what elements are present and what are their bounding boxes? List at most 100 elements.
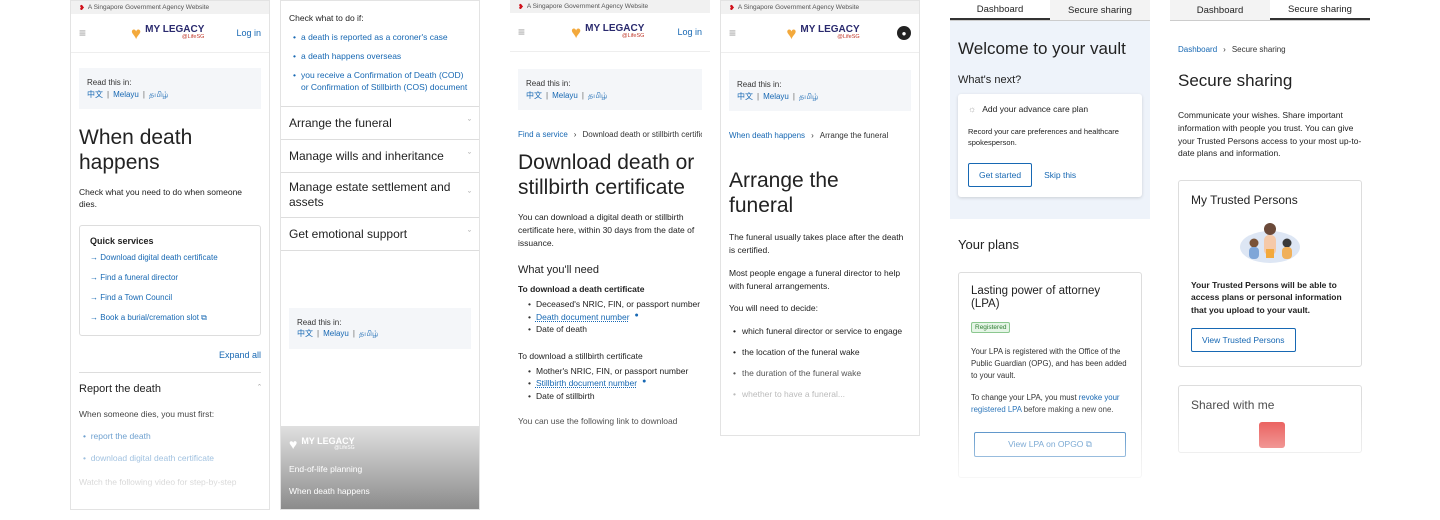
shared-with-me-illustration	[1259, 421, 1285, 448]
screen-download-certificate: ❥ A Singapore Government Agency Website ≡…	[510, 0, 710, 510]
menu-icon[interactable]: ≡	[729, 26, 749, 40]
page-intro: Check what you need to do when someone d…	[79, 186, 243, 210]
singapore-lion-icon: ❥	[518, 3, 524, 11]
tab-dashboard[interactable]: Dashboard	[950, 0, 1050, 20]
expand-all-link[interactable]: Expand all	[79, 350, 261, 360]
tab-bar: Dashboard Secure sharing	[1170, 0, 1370, 21]
lang-tamil[interactable]: தமிழ்	[359, 329, 379, 338]
heart-logo-icon: ♥	[131, 23, 142, 43]
arrow-right-icon: →	[90, 313, 101, 323]
lang-chinese[interactable]: 中文	[526, 91, 542, 100]
accordion-report-death[interactable]: Report the death ˆ	[79, 383, 261, 395]
gov-banner: ❥ A Singapore Government Agency Website	[721, 1, 919, 14]
next-step-card: ☼ Add your advance care plan Record your …	[958, 94, 1142, 197]
lang-tamil[interactable]: தமிழ்	[799, 92, 819, 101]
lang-chinese[interactable]: 中文	[87, 90, 103, 99]
plans-heading: Your plans	[958, 236, 1019, 252]
gov-banner: ❥ A Singapore Government Agency Website	[510, 0, 710, 13]
list-item: • the duration of the funeral wake	[733, 367, 862, 378]
tab-secure-sharing[interactable]: Secure sharing	[1050, 0, 1150, 20]
language-selector: Read this in: 中文 | Melayu | தமிழ்	[289, 307, 471, 349]
accordion-emotional-support[interactable]: Get emotional support ˇ	[281, 218, 479, 251]
footer-link[interactable]: When death happens	[289, 486, 471, 496]
list-item: • the location of the funeral wake	[733, 347, 860, 357]
get-started-button[interactable]: Get started	[968, 162, 1033, 187]
language-selector: Read this in: 中文 | Melayu | தமிழ்	[79, 68, 261, 110]
site-header: ≡ ♥ MY LEGACY @LifeSG ●	[721, 14, 919, 53]
lang-chinese[interactable]: 中文	[297, 329, 313, 338]
page-title: When death happens	[79, 126, 193, 175]
lang-malay[interactable]: Melayu	[113, 90, 139, 99]
accordion-arrange-funeral[interactable]: Arrange the funeral ˇ	[281, 107, 479, 140]
heart-logo-icon: ♥	[786, 23, 797, 43]
lang-malay[interactable]: Melayu	[323, 329, 349, 338]
check-item[interactable]: • you receive a Confirmation of Death (CO…	[293, 70, 471, 94]
quick-service-item[interactable]: → Download digital death certificate	[90, 253, 250, 262]
welcome-section: Welcome to your vault What's next? ☼ Add …	[950, 21, 1150, 219]
report-link[interactable]: • download digital death certificate	[83, 453, 257, 463]
info-icon: ●	[634, 311, 639, 319]
menu-icon[interactable]: ≡	[79, 26, 99, 40]
accordion-manage-estate[interactable]: Manage estate settlement and assets ˇ	[281, 173, 479, 218]
lang-tamil[interactable]: தமிழ்	[149, 90, 169, 99]
trusted-persons-card: My Trusted Persons Your Trusted Persons …	[1178, 180, 1362, 367]
lang-malay[interactable]: Melayu	[552, 91, 578, 100]
status-badge: Registered	[971, 322, 1011, 334]
singapore-lion-icon: ❥	[79, 4, 85, 12]
quick-services-card: Quick services → Download digital death …	[79, 225, 261, 337]
section-title: What you'll need	[518, 264, 599, 277]
chevron-down-icon: ˇ	[468, 117, 471, 128]
quick-service-item[interactable]: → Book a burial/cremation slot ⧉	[90, 313, 250, 323]
my-legacy-logo[interactable]: ♥ MY LEGACY @LifeSG	[131, 25, 204, 42]
breadcrumb-separator-icon: ›	[573, 130, 577, 140]
quick-service-item[interactable]: → Find a Town Council	[90, 293, 250, 302]
info-icon: ●	[642, 378, 647, 386]
tab-dashboard[interactable]: Dashboard	[1170, 0, 1270, 20]
login-link[interactable]: Log in	[677, 27, 702, 37]
report-link[interactable]: • report the death	[83, 431, 257, 441]
my-legacy-logo[interactable]: ♥ MY LEGACY @LifeSG	[571, 24, 644, 41]
check-item[interactable]: • a death happens overseas	[293, 51, 471, 61]
site-header: ≡ ♥ MY LEGACY @LifeSG Log in	[510, 13, 710, 52]
quick-service-item[interactable]: → Find a funeral director	[90, 273, 250, 282]
list-item: • which funeral director or service to en…	[733, 326, 903, 337]
singapore-lion-icon: ❥	[729, 4, 735, 12]
my-legacy-logo[interactable]: ♥ MY LEGACY @LifeSG	[786, 25, 859, 42]
site-footer: ♥ MY LEGACY @LifeSG End-of-life planning W…	[281, 426, 479, 509]
breadcrumb: Dashboard › Secure sharing	[1178, 45, 1286, 54]
list-item: • Deceased's NRIC, FIN, or passport numbe…	[528, 299, 701, 310]
footer-link[interactable]: End-of-life planning	[289, 464, 471, 474]
view-trusted-persons-button[interactable]: View Trusted Persons	[1191, 327, 1296, 352]
view-lpa-opgo-button[interactable]: View LPA on OPGO ⧉	[974, 432, 1126, 458]
external-link-icon: ⧉	[1083, 439, 1092, 450]
site-header: ≡ ♥ MY LEGACY @LifeSG Log in	[71, 14, 269, 53]
user-avatar-icon[interactable]: ●	[897, 26, 911, 40]
page-title: Download death or stillbirth certificate	[518, 151, 695, 199]
check-item[interactable]: • a death is reported as a coroner's case	[293, 32, 471, 42]
lang-chinese[interactable]: 中文	[737, 92, 753, 101]
screen-secure-sharing: Dashboard Secure sharing Dashboard › Secur…	[1170, 0, 1370, 510]
screen-arrange-funeral: ❥ A Singapore Government Agency Website ≡…	[720, 0, 920, 436]
list-item: • Date of death	[528, 323, 588, 334]
list-item: • whether to have a funeral...	[733, 388, 845, 399]
lang-malay[interactable]: Melayu	[763, 92, 789, 101]
tab-secure-sharing[interactable]: Secure sharing	[1270, 0, 1370, 20]
footer-logo[interactable]: ♥ MY LEGACY @LifeSG	[289, 436, 471, 452]
lang-tamil[interactable]: தமிழ்	[588, 91, 608, 100]
skip-link[interactable]: Skip this	[1044, 170, 1076, 180]
list-item[interactable]: • Stillbirth document number ●	[528, 377, 702, 389]
list-item[interactable]: • Death document number ●	[528, 311, 702, 323]
screen-when-death-happens: ❥ A Singapore Government Agency Website ≡…	[70, 0, 270, 510]
breadcrumb-separator-icon: ›	[811, 131, 814, 141]
lightbulb-icon: ☼	[968, 104, 977, 114]
chevron-down-icon: ˇ	[468, 150, 471, 161]
page-title: Arrange the funeral	[729, 169, 839, 218]
menu-icon[interactable]: ≡	[518, 25, 538, 39]
breadcrumb-separator-icon: ›	[1223, 45, 1226, 54]
language-selector: Read this in: 中文 | Melayu | தமிழ்	[518, 69, 702, 111]
chevron-up-icon: ˆ	[258, 383, 261, 394]
login-link[interactable]: Log in	[236, 28, 261, 38]
accordion-manage-wills[interactable]: Manage wills and inheritance ˇ	[281, 140, 479, 173]
heart-logo-icon: ♥	[571, 22, 582, 42]
language-selector: Read this in: 中文 | Melayu | தமிழ்	[729, 70, 911, 112]
